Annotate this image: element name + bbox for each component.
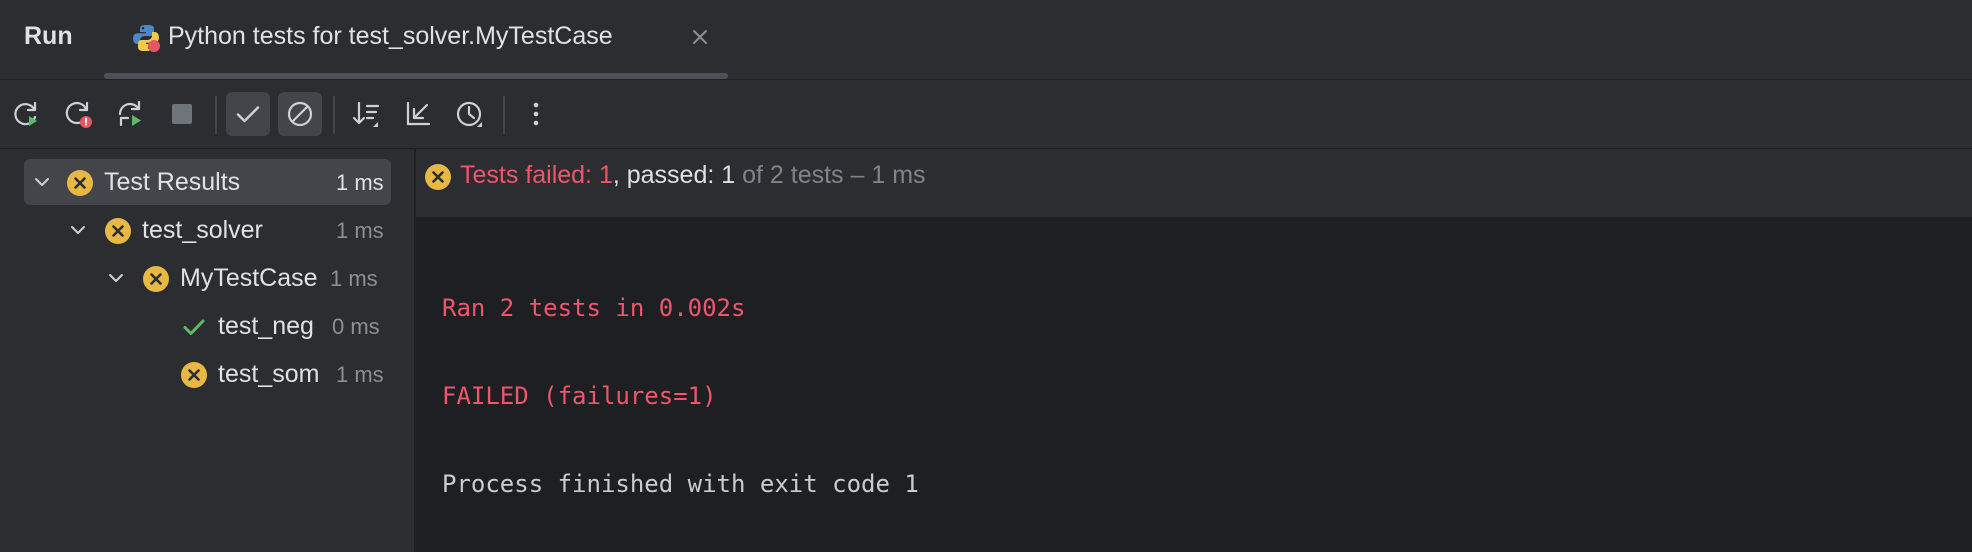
active-tab-indicator [104, 73, 728, 79]
tree-item-test-solver[interactable]: test_solver 1 ms [24, 207, 391, 253]
run-toolbar [0, 80, 1972, 149]
console-line: Process finished with exit code 1 [442, 470, 919, 498]
tool-window-header: Run Python tests for test_solver.MyTestC… [0, 0, 1972, 80]
test-failed-icon [105, 218, 131, 244]
more-options-button[interactable] [514, 92, 558, 136]
test-failed-icon [181, 362, 207, 388]
run-title: Run [24, 22, 73, 50]
console-line: Ran 2 tests in 0.002s [442, 294, 746, 322]
tab-title: Python tests for test_solver.MyTestCase [168, 22, 613, 50]
show-passed-toggle[interactable] [226, 92, 270, 136]
collapse-button[interactable] [396, 92, 440, 136]
passed-label: , passed: [612, 161, 722, 189]
test-history-icon [456, 101, 482, 127]
test-passed-icon [183, 319, 205, 335]
more-icon [533, 102, 539, 126]
console-line: FAILED (failures=1) [442, 382, 717, 410]
toolbar-separator [333, 96, 335, 134]
show-passed-icon [236, 106, 260, 123]
tree-item-label: test_som [218, 360, 320, 388]
rerun-button[interactable] [4, 92, 48, 136]
test-summary: Tests failed: 1, passed: 1 of 2 tests – … [460, 161, 926, 190]
tree-item-time: 0 ms [332, 314, 380, 339]
summary-text: of 2 tests – 1 ms [735, 161, 926, 189]
toggle-auto-test-button[interactable] [108, 92, 152, 136]
test-results-tree: Test Results 1 ms test_solver 1 ms MyTes… [0, 149, 414, 552]
collapse-icon [406, 101, 431, 126]
stop-icon [172, 104, 192, 124]
chevron-down-icon[interactable] [105, 267, 127, 289]
tab-python-tests[interactable]: Python tests for test_solver.MyTestCase [104, 0, 728, 79]
tree-item-time: 1 ms [336, 170, 384, 195]
failed-label: Tests failed: [460, 161, 599, 189]
tree-item-test-results[interactable]: Test Results 1 ms [24, 159, 391, 205]
rerun-failed-icon [65, 101, 92, 128]
sort-button[interactable] [344, 92, 388, 136]
python-icon [133, 25, 160, 52]
tree-item-test-som[interactable]: test_som 1 ms [24, 351, 391, 397]
show-ignored-toggle[interactable] [278, 92, 322, 136]
toolbar-separator [503, 96, 505, 134]
tree-item-label: Test Results [104, 168, 241, 196]
test-history-button[interactable] [448, 92, 492, 136]
stop-button[interactable] [160, 92, 204, 136]
test-failed-icon [143, 266, 169, 292]
passed-count: 1 [721, 161, 736, 189]
tree-item-mytestcase[interactable]: MyTestCase 1 ms [24, 255, 391, 301]
toggle-auto-test-icon [118, 100, 141, 127]
tree-item-label: test_neg [218, 312, 314, 340]
test-failed-icon [67, 170, 93, 196]
chevron-down-icon[interactable] [31, 171, 53, 193]
rerun-icon [14, 101, 37, 126]
close-icon[interactable] [687, 24, 713, 50]
tree-item-test-neg[interactable]: test_neg 0 ms [24, 303, 391, 349]
run-tool-window: Run Python tests for test_solver.MyTestC… [0, 0, 1972, 552]
failed-count: 1 [598, 161, 613, 189]
show-ignored-icon [287, 101, 313, 127]
toolbar-separator [215, 96, 217, 134]
tree-item-label: test_solver [142, 216, 263, 244]
chevron-down-icon[interactable] [67, 219, 89, 241]
test-status-bar: Tests failed: 1, passed: 1 of 2 tests – … [416, 149, 1972, 217]
rerun-failed-button[interactable] [56, 92, 100, 136]
console-output[interactable]: Ran 2 tests in 0.002s FAILED (failures=1… [416, 218, 1972, 552]
tree-item-time: 1 ms [336, 362, 384, 387]
tree-item-time: 1 ms [330, 266, 378, 291]
test-failed-icon [425, 164, 451, 190]
tree-item-label: MyTestCase [180, 264, 318, 292]
tree-item-time: 1 ms [336, 218, 384, 243]
sort-icon [352, 101, 380, 127]
